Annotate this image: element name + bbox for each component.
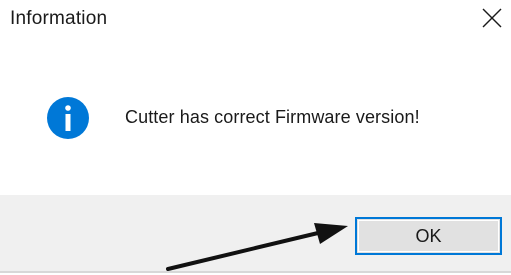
info-icon	[47, 97, 89, 139]
ok-button[interactable]: OK	[355, 217, 502, 255]
footer-divider	[0, 271, 511, 273]
ok-button-label: OK	[415, 225, 442, 246]
information-dialog: Information Cutter has correct Firmware …	[0, 0, 511, 275]
close-icon	[482, 8, 502, 28]
close-button[interactable]	[471, 0, 511, 36]
dialog-message: Cutter has correct Firmware version!	[125, 107, 420, 127]
dialog-title: Information	[10, 8, 108, 29]
